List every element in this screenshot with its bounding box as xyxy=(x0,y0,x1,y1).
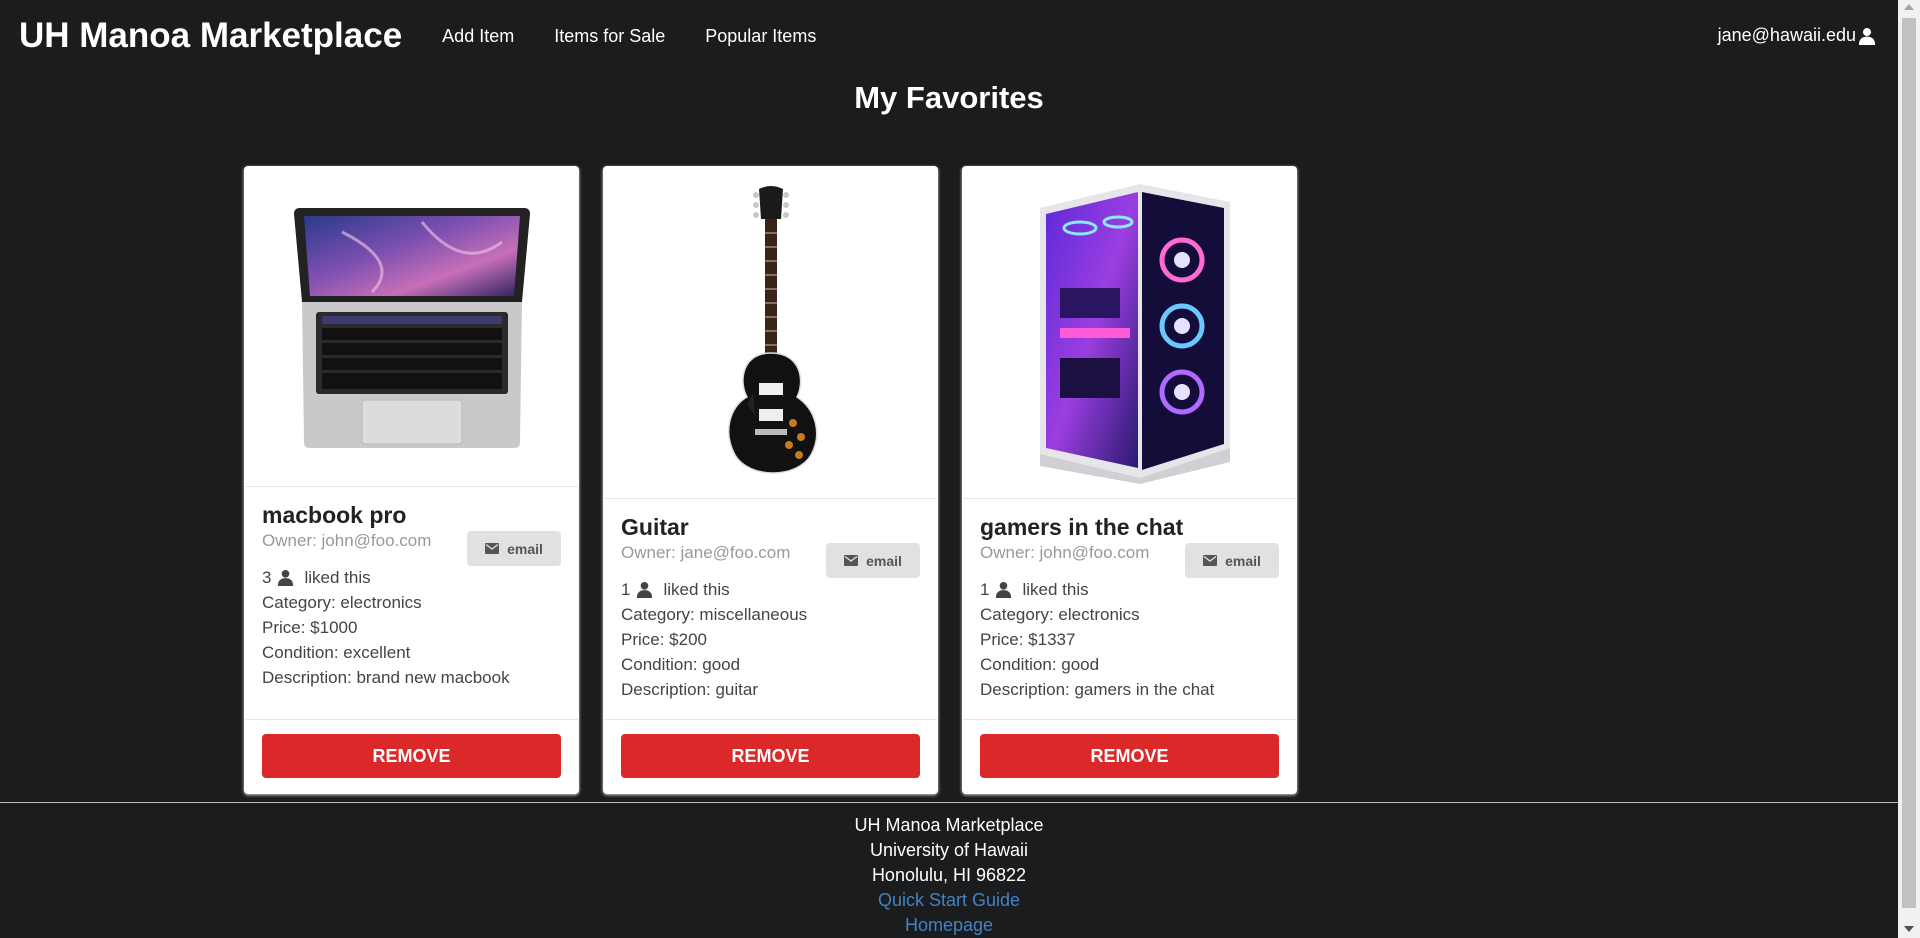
likes-line: 3 liked this xyxy=(262,565,561,590)
email-button[interactable]: email xyxy=(467,531,561,566)
likes-count: 1 xyxy=(980,580,990,599)
description-text: Description: brand new macbook xyxy=(262,668,510,687)
footer: UH Manoa Marketplace University of Hawai… xyxy=(0,813,1898,938)
favorite-card: Guitar Owner: jane@foo.com email 1 liked… xyxy=(603,166,938,794)
nav-add-item[interactable]: Add Item xyxy=(442,26,514,47)
card-title: macbook pro xyxy=(262,502,407,528)
gaming-pc-image xyxy=(963,167,1296,499)
likes-count: 3 xyxy=(262,568,272,587)
description-text: Description: guitar xyxy=(621,680,759,699)
envelope-icon xyxy=(1203,555,1218,566)
price-text: Price: $200 xyxy=(621,630,707,649)
email-label: email xyxy=(1225,552,1261,569)
user-email: jane@hawaii.edu xyxy=(1717,25,1856,45)
nav-popular-items[interactable]: Popular Items xyxy=(705,26,816,47)
likes-line: 1 liked this xyxy=(621,577,920,602)
category-text: Category: electronics xyxy=(262,593,422,612)
card-title: gamers in the chat xyxy=(980,514,1184,540)
user-menu[interactable]: jane@hawaii.edu xyxy=(1718,25,1876,46)
email-button[interactable]: email xyxy=(826,543,920,578)
envelope-icon xyxy=(485,543,500,554)
remove-button[interactable]: REMOVE xyxy=(621,734,920,778)
likes-count: 1 xyxy=(621,580,631,599)
likes-suffix: liked this xyxy=(1022,580,1089,599)
scroll-up-icon[interactable] xyxy=(1904,4,1914,10)
scroll-down-icon[interactable] xyxy=(1904,926,1914,932)
likes-suffix: liked this xyxy=(663,580,730,599)
price-text: Price: $1337 xyxy=(980,630,1076,649)
quick-start-guide-link[interactable]: Quick Start Guide xyxy=(0,888,1898,913)
scrollbar-thumb[interactable] xyxy=(1902,18,1916,908)
category-text: Category: electronics xyxy=(980,605,1140,624)
footer-address: Honolulu, HI 96822 xyxy=(871,865,1027,885)
remove-button[interactable]: REMOVE xyxy=(980,734,1279,778)
footer-university: University of Hawaii xyxy=(869,840,1029,860)
email-button[interactable]: email xyxy=(1185,543,1279,578)
email-label: email xyxy=(507,540,543,557)
navbar: UH Manoa Marketplace Add Item Items for … xyxy=(0,0,1898,72)
description-text: Description: gamers in the chat xyxy=(980,680,1215,699)
footer-site-name: UH Manoa Marketplace xyxy=(854,815,1044,835)
laptop-image xyxy=(245,167,578,487)
user-icon xyxy=(1858,27,1876,45)
category-text: Category: miscellaneous xyxy=(621,605,808,624)
remove-button[interactable]: REMOVE xyxy=(262,734,561,778)
card-divider xyxy=(963,719,1296,720)
card-divider xyxy=(245,719,578,720)
envelope-icon xyxy=(844,555,859,566)
price-text: Price: $1000 xyxy=(262,618,358,637)
card-title: Guitar xyxy=(621,514,689,540)
likes-suffix: liked this xyxy=(304,568,371,587)
card-divider xyxy=(604,719,937,720)
homepage-link[interactable]: Homepage xyxy=(0,913,1898,938)
email-label: email xyxy=(866,552,902,569)
footer-divider xyxy=(0,802,1898,803)
condition-text: Condition: good xyxy=(621,655,741,674)
guitar-image xyxy=(604,167,937,499)
user-icon xyxy=(996,581,1012,598)
favorite-card: gamers in the chat Owner: john@foo.com e… xyxy=(962,166,1297,794)
page-title: My Favorites xyxy=(854,80,1044,115)
user-icon xyxy=(278,569,294,586)
condition-text: Condition: excellent xyxy=(262,643,411,662)
user-icon xyxy=(637,581,653,598)
nav-items-for-sale[interactable]: Items for Sale xyxy=(554,26,665,47)
scrollbar[interactable] xyxy=(1898,0,1920,938)
favorite-card: macbook pro Owner: john@foo.com email 3 … xyxy=(244,166,579,794)
condition-text: Condition: good xyxy=(980,655,1100,674)
likes-line: 1 liked this xyxy=(980,577,1279,602)
brand-link[interactable]: UH Manoa Marketplace xyxy=(19,16,402,56)
